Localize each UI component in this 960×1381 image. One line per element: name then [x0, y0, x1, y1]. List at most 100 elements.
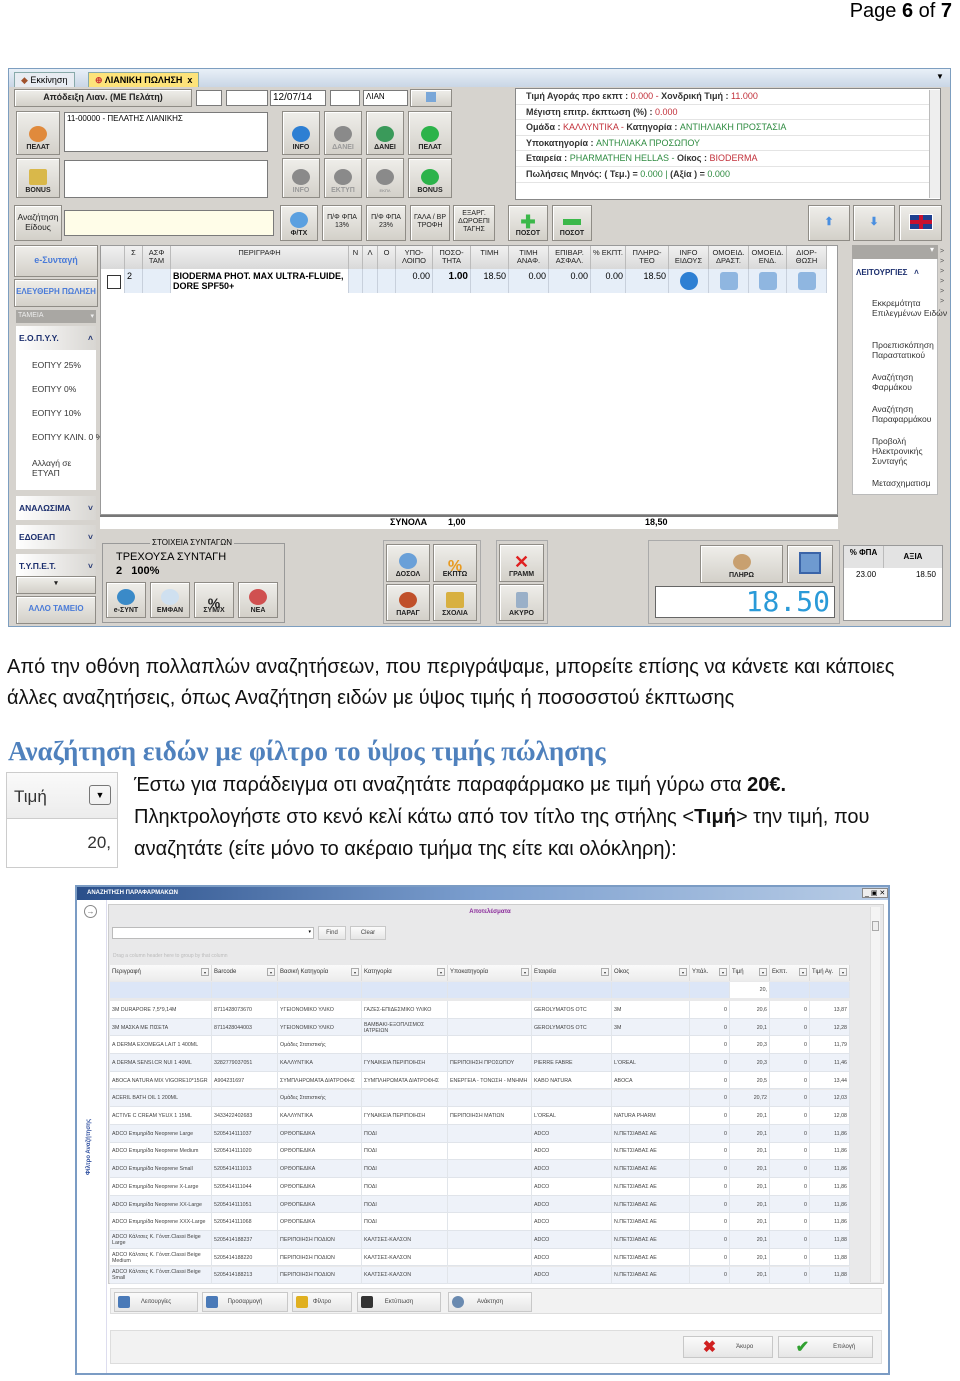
column-header[interactable]: Υποκατηγορία ▾ — [448, 965, 532, 981]
column-header[interactable]: ΑΣΦ ΤΑΜ — [143, 246, 171, 269]
e-synt-button[interactable]: e-ΣΥΝΤ — [106, 582, 146, 618]
eopyy-25[interactable]: ΕΟΠΥΥ 25% — [32, 360, 81, 370]
column-header[interactable]: Barcode ▾ — [212, 965, 278, 981]
filter-cell[interactable] — [690, 982, 730, 998]
column-header[interactable]: Βασική Κατηγορία ▾ — [278, 965, 362, 981]
filter-cell[interactable] — [448, 982, 532, 998]
filter-cell[interactable] — [362, 982, 448, 998]
function-search-drug[interactable]: Αναζήτηση Φαρμάκου — [872, 372, 922, 392]
result-row[interactable]: 3M ΜΑΣΚΑ ΜΕ ΠΙΣΕΤΑ 8711428044003 ΥΓΕΙΟΝΟΜΙ… — [110, 1018, 850, 1037]
column-header[interactable]: Εκπτ. ▾ — [770, 965, 810, 981]
column-header[interactable]: ΔΙΟΡ-ΘΩΣΗ — [787, 246, 827, 269]
gift-voucher-button[interactable]: ΕΞΑΡΓ. ΔΩΡΟΕΠΙ ΤΑΓΗΣ — [453, 205, 495, 241]
function-view-e-prescription[interactable]: Προβολή Ηλεκτρονικής Συνταγής — [872, 436, 932, 466]
date-field[interactable]: 12/07/14 — [270, 90, 326, 106]
filter-cell[interactable] — [278, 982, 362, 998]
item-search-input[interactable] — [64, 210, 274, 236]
cancel-document-button[interactable]: ΑΚΥΡΟ — [499, 584, 544, 621]
column-header[interactable]: Λ — [363, 246, 378, 269]
result-row[interactable]: ADCO Κάλτσες Κ. Γόνατ.Classi Beige Mediu… — [110, 1248, 850, 1267]
column-header[interactable]: Υπάλ. ▾ — [690, 965, 730, 981]
funds-dropdown[interactable]: ΤΑΜΕΙΑ ▾ — [16, 310, 96, 323]
expand-arrow-icon[interactable]: → — [84, 905, 97, 918]
free-sale-button[interactable]: ΕΛΕΥΘΕΡΗ ΠΩΛΗΣΗ — [14, 279, 98, 307]
find-combo[interactable]: ▾ — [112, 927, 314, 939]
tab-retail-sale[interactable]: ⊕ ΛΙΑΝΙΚΗ ΠΩΛΗΣΗ x — [88, 72, 200, 87]
search-filter-side-label[interactable]: Φίλτρο Αναζήτησης — [86, 1119, 92, 1175]
result-row[interactable]: ADCO Επιμηρίδα Neoprene X-Large 520541411… — [110, 1178, 850, 1196]
filter-dropdown-icon[interactable]: ▼ — [89, 785, 111, 805]
column-header[interactable]: Τιμή Αγ. ▾ — [810, 965, 850, 981]
comments-button[interactable]: ΣΧΟΛΙΑ — [433, 584, 477, 621]
result-row[interactable]: ACERIL BATH OIL 1 200ML Ομάδες Στατιστική… — [110, 1089, 850, 1108]
customer-field[interactable]: 11-00000 - ΠΕΛΑΤΗΣ ΛΙΑΝΙΚΗΣ — [64, 112, 268, 152]
chevron-down-icon[interactable]: ▼ — [936, 72, 944, 81]
result-row[interactable]: A DERMA EXOMEGA LAIT 1 400ML Ομάδες Στατι… — [110, 1036, 850, 1055]
vat13-button[interactable]: Π/Φ ΦΠΑ 13% — [322, 205, 362, 241]
field-1[interactable] — [196, 90, 222, 106]
function-transform[interactable]: Μετασχηματισμ — [872, 478, 936, 488]
eopyy-group-header[interactable]: Ε.Ο.Π.Υ.Υ. ˄ — [16, 326, 96, 350]
column-header[interactable]: Σ — [125, 246, 143, 269]
result-row[interactable]: ADCO Κάλτσες Κ. Γόνατ.Classi Beige Large… — [110, 1231, 850, 1249]
doc-type-button[interactable]: Απόδειξη Λιαν. (ΜΕ Πελάτη) — [14, 89, 192, 107]
result-row[interactable]: ADCO Επιμηρίδα Neoprene XXX-Large 5205414… — [110, 1213, 850, 1232]
eopyy-10[interactable]: ΕΟΠΥΥ 10% — [32, 408, 81, 418]
filter-dropdown-icon[interactable]: ▾ — [521, 968, 529, 976]
loan-button[interactable]: ΔΑΝΕΙ — [366, 111, 404, 155]
column-header[interactable]: Ν — [349, 246, 363, 269]
delete-line-button[interactable]: ✕ ΓΡΑΜΜ — [499, 544, 544, 582]
baby-milk-button[interactable]: ΓΑΛΑ / ΒΡ ΤΡΟΦΗ — [410, 205, 450, 241]
cancel-button[interactable]: ✖ Άκυρο — [683, 1336, 773, 1358]
bonus-list-button[interactable]: ΕΚΠΛ — [366, 158, 404, 198]
filter-dropdown-icon[interactable]: ▾ — [601, 968, 609, 976]
edit-button[interactable] — [410, 89, 452, 107]
filter-dropdown-icon[interactable]: ▾ — [719, 968, 727, 976]
result-row[interactable]: 3M DURAPORE 7,5*9,14M 8711428073670 ΥΓΕΙΟΝ… — [110, 1001, 850, 1019]
qty-plus-button[interactable]: ✚ ΠΟΣΟΤ — [508, 205, 548, 241]
column-header[interactable]: Περιγραφή ▾ — [110, 965, 212, 981]
move-down-button[interactable]: ⬇ — [853, 205, 895, 241]
eopyy-0[interactable]: ΕΟΠΥΥ 0% — [32, 384, 76, 394]
toolbar-button-3[interactable]: Φίλτρο — [292, 1292, 352, 1312]
grid-cell[interactable] — [669, 269, 709, 293]
grid-cell[interactable] — [709, 269, 749, 293]
column-header[interactable]: ΥΠΟ-ΛΟΙΠΟ — [396, 246, 433, 269]
customer-button[interactable]: ΠΕΛΑΤ — [16, 111, 60, 155]
move-up-button[interactable]: ⬆ — [808, 205, 850, 241]
ftx-button[interactable]: Φ/ΤΧ — [280, 205, 318, 241]
window-controls[interactable]: _ ▣ ✕ — [862, 888, 889, 898]
column-header[interactable]: ΟΜΟΕΙΔ. ΕΝΔ. — [749, 246, 787, 269]
grid-cell[interactable] — [749, 269, 787, 293]
loan-button-disabled[interactable]: ΔΑΝΕΙ — [324, 111, 362, 155]
typet-group-header[interactable]: Τ.Υ.Π.Ε.Τ. ˅ — [16, 554, 96, 578]
tab-start[interactable]: ◆ Εκκίνηση — [14, 72, 75, 87]
toolbar-button-2[interactable]: Προσαρμογή — [202, 1292, 288, 1312]
filter-dropdown-icon[interactable]: ▾ — [351, 968, 359, 976]
column-header[interactable]: ΠΕΡΙΓΡΑΦΗ — [171, 246, 349, 269]
pay-button[interactable]: ΠΛΗΡΩ — [700, 545, 783, 583]
sidebar-more-button[interactable]: ▾ — [16, 576, 96, 594]
column-header[interactable]: ΠΟΣΟ-ΤΗΤΑ — [433, 246, 471, 269]
filter-cell[interactable] — [532, 982, 612, 998]
filter-cell[interactable] — [110, 982, 212, 998]
filter-cell[interactable] — [612, 982, 690, 998]
discount-button[interactable]: % ΕΚΠΤΩ — [433, 544, 477, 582]
info-scrollbar[interactable] — [929, 90, 940, 198]
qty-minus-button[interactable]: ΠΟΣΟΤ — [552, 205, 592, 241]
add-customer-button[interactable]: ΠΕΛΑΤ — [408, 111, 452, 155]
column-header[interactable]: INFO ΕΙΔΟΥΣ — [669, 246, 709, 269]
close-icon[interactable]: x — [187, 75, 192, 85]
filter-dropdown-icon[interactable]: ▾ — [679, 968, 687, 976]
save-button[interactable] — [787, 545, 833, 583]
column-header[interactable] — [101, 246, 125, 269]
participation-button[interactable]: % ΣΥΜ/Χ — [194, 582, 234, 618]
column-header[interactable]: ΟΜΟΕΙΔ. ΔΡΑΣΤ. — [709, 246, 749, 269]
search-item-button[interactable]: Αναζήτηση Είδους — [14, 205, 62, 241]
result-row[interactable]: ADCO Επιμηρίδα Neoprene Large 52054141110… — [110, 1124, 850, 1143]
result-row[interactable]: A DERMA SENSI.CR NUI 1 40ML 3282779037051… — [110, 1054, 850, 1072]
column-header[interactable]: Ο — [378, 246, 396, 269]
filter-dropdown-icon[interactable]: ▾ — [267, 968, 275, 976]
result-row[interactable]: ADCO Επιμηρίδα Neoprene Medium 5205414111… — [110, 1142, 850, 1161]
other-fund-button[interactable]: ΑΛΛΟ ΤΑΜΕΙΟ — [16, 596, 96, 624]
